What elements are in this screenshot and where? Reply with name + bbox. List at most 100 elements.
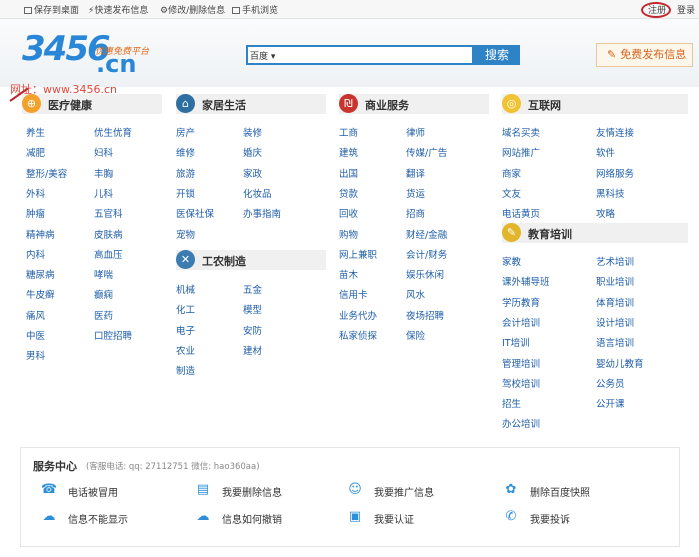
category-link-home[interactable]: 开锁 — [176, 186, 195, 200]
category-link-home[interactable]: 房产 — [176, 125, 195, 139]
category-link-home[interactable]: 宠物 — [176, 227, 195, 241]
category-link-business[interactable]: 网上兼职 — [339, 247, 377, 261]
category-link-medical[interactable]: 整形/美容 — [26, 166, 67, 180]
category-link-industry[interactable]: 化工 — [176, 302, 195, 316]
category-link-business[interactable]: 翻译 — [406, 166, 425, 180]
category-link-education[interactable]: 体育培训 — [596, 295, 634, 309]
category-link-education[interactable]: 公开课 — [596, 396, 625, 410]
category-link-home[interactable]: 婚庆 — [243, 145, 262, 159]
category-link-medical[interactable]: 五官科 — [94, 206, 123, 220]
category-link-business[interactable]: 保险 — [406, 328, 425, 342]
category-link-education[interactable]: 公务员 — [596, 376, 625, 390]
category-link-internet[interactable]: 商家 — [502, 166, 521, 180]
category-link-industry[interactable]: 模型 — [243, 302, 262, 316]
category-link-business[interactable]: 建筑 — [339, 145, 358, 159]
category-link-business[interactable]: 购物 — [339, 227, 358, 241]
category-link-business[interactable]: 夜场招聘 — [406, 308, 444, 322]
category-link-business[interactable]: 财经/金融 — [406, 227, 447, 241]
category-link-medical[interactable]: 精神病 — [26, 227, 55, 241]
service-item-link[interactable]: 电话被冒用 — [68, 484, 118, 499]
category-link-business[interactable]: 娱乐休闲 — [406, 267, 444, 281]
quick-post-link[interactable]: ⚡快速发布信息 — [88, 3, 148, 16]
category-link-medical[interactable]: 外科 — [26, 186, 45, 200]
category-link-internet[interactable]: 网站推广 — [502, 145, 540, 159]
category-link-home[interactable]: 维修 — [176, 145, 195, 159]
category-link-home[interactable]: 化妆品 — [243, 186, 272, 200]
category-link-business[interactable]: 私家侦探 — [339, 328, 377, 342]
category-link-business[interactable]: 苗木 — [339, 267, 358, 281]
category-link-business[interactable]: 律师 — [406, 125, 425, 139]
category-link-internet[interactable]: 网络服务 — [596, 166, 634, 180]
category-link-medical[interactable]: 养生 — [26, 125, 45, 139]
category-link-business[interactable]: 信用卡 — [339, 287, 368, 301]
category-link-medical[interactable]: 痛风 — [26, 308, 45, 322]
category-link-industry[interactable]: 五金 — [243, 282, 262, 296]
category-link-internet[interactable]: 攻略 — [596, 206, 615, 220]
service-item-link[interactable]: 删除百度快照 — [530, 484, 590, 499]
save-desktop-link[interactable]: 保存到桌面 — [24, 3, 79, 16]
search-button[interactable]: 搜索 — [474, 45, 520, 65]
category-link-medical[interactable]: 癫痫 — [94, 287, 113, 301]
category-link-internet[interactable]: 友情连接 — [596, 125, 634, 139]
category-link-internet[interactable]: 域名买卖 — [502, 125, 540, 139]
category-link-internet[interactable]: 电话黄页 — [502, 206, 540, 220]
category-link-home[interactable]: 家政 — [243, 166, 262, 180]
category-link-medical[interactable]: 肿瘤 — [26, 206, 45, 220]
category-link-business[interactable]: 出国 — [339, 166, 358, 180]
search-box[interactable]: 百度 ▾ — [246, 45, 474, 65]
category-link-education[interactable]: 家教 — [502, 254, 521, 268]
category-link-industry[interactable]: 安防 — [243, 323, 262, 337]
category-link-industry[interactable]: 农业 — [176, 343, 195, 357]
category-link-education[interactable]: 职业培训 — [596, 274, 634, 288]
category-link-home[interactable]: 旅游 — [176, 166, 195, 180]
category-link-education[interactable]: 会计培训 — [502, 315, 540, 329]
category-link-industry[interactable]: 制造 — [176, 363, 195, 377]
category-link-medical[interactable]: 皮肤病 — [94, 227, 123, 241]
category-link-internet[interactable]: 文友 — [502, 186, 521, 200]
search-engine-select[interactable]: 百度 ▾ — [250, 49, 275, 62]
service-item-link[interactable]: 我要推广信息 — [374, 484, 434, 499]
category-link-medical[interactable]: 优生优育 — [94, 125, 132, 139]
category-link-education[interactable]: 办公培训 — [502, 416, 540, 430]
category-link-medical[interactable]: 内科 — [26, 247, 45, 261]
category-link-medical[interactable]: 糖尿病 — [26, 267, 55, 281]
category-link-industry[interactable]: 机械 — [176, 282, 195, 296]
category-link-business[interactable]: 货运 — [406, 186, 425, 200]
category-link-industry[interactable]: 电子 — [176, 323, 195, 337]
category-link-education[interactable]: 招生 — [502, 396, 521, 410]
category-link-medical[interactable]: 医药 — [94, 308, 113, 322]
service-item-link[interactable]: 我要投诉 — [530, 511, 570, 526]
category-link-business[interactable]: 会计/财务 — [406, 247, 447, 261]
login-link[interactable]: 登录 — [677, 3, 695, 16]
category-link-internet[interactable]: 软件 — [596, 145, 615, 159]
category-link-business[interactable]: 招商 — [406, 206, 425, 220]
category-link-education[interactable]: 学历教育 — [502, 295, 540, 309]
category-link-medical[interactable]: 牛皮癣 — [26, 287, 55, 301]
category-link-business[interactable]: 业务代办 — [339, 308, 377, 322]
category-link-industry[interactable]: 建材 — [243, 343, 262, 357]
category-link-medical[interactable]: 丰胸 — [94, 166, 113, 180]
category-link-education[interactable]: 艺术培训 — [596, 254, 634, 268]
service-item-link[interactable]: 信息如何撤销 — [222, 511, 282, 526]
category-link-home[interactable]: 医保社保 — [176, 206, 214, 220]
category-link-medical[interactable]: 妇科 — [94, 145, 113, 159]
service-item-link[interactable]: 我要删除信息 — [222, 484, 282, 499]
category-link-education[interactable]: 语言培训 — [596, 335, 634, 349]
category-link-home[interactable]: 装修 — [243, 125, 262, 139]
category-link-internet[interactable]: 黑科技 — [596, 186, 625, 200]
category-link-medical[interactable]: 儿科 — [94, 186, 113, 200]
category-link-business[interactable]: 回收 — [339, 206, 358, 220]
mobile-link[interactable]: 手机浏览 — [232, 3, 278, 16]
category-link-business[interactable]: 工商 — [339, 125, 358, 139]
service-item-link[interactable]: 信息不能显示 — [68, 511, 128, 526]
category-link-medical[interactable]: 中医 — [26, 328, 45, 342]
category-link-business[interactable]: 传媒/广告 — [406, 145, 447, 159]
category-link-education[interactable]: 管理培训 — [502, 356, 540, 370]
category-link-medical[interactable]: 口腔招聘 — [94, 328, 132, 342]
category-link-education[interactable]: IT培训 — [502, 335, 530, 349]
category-link-business[interactable]: 贷款 — [339, 186, 358, 200]
free-post-button[interactable]: ✎ 免费发布信息 — [596, 43, 693, 67]
service-item-link[interactable]: 我要认证 — [374, 511, 414, 526]
category-link-education[interactable]: 驾校培训 — [502, 376, 540, 390]
category-link-medical[interactable]: 高血压 — [94, 247, 123, 261]
